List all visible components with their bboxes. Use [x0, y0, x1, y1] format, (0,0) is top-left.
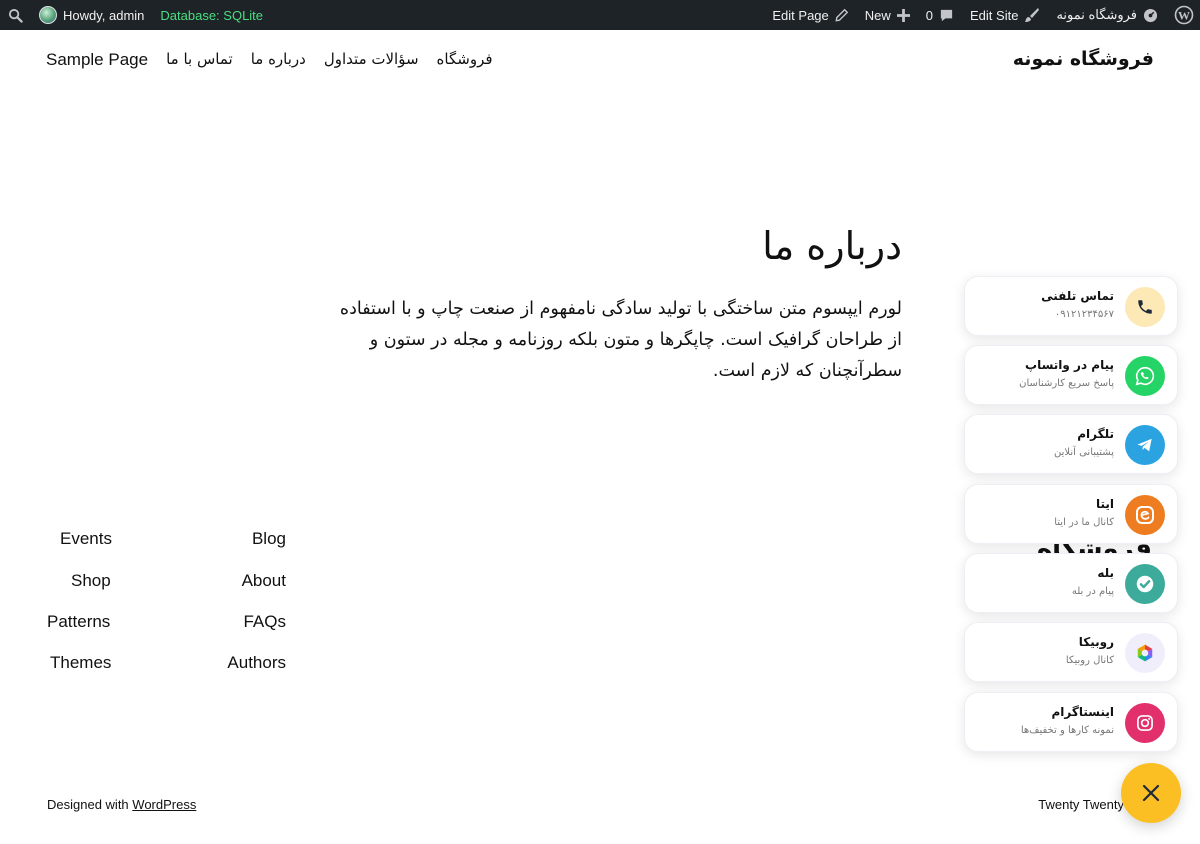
- rubika-card-title: روبیکا: [1078, 635, 1114, 649]
- admin-search-button[interactable]: [0, 0, 31, 30]
- nav-item-shop[interactable]: فروشگاه: [437, 50, 493, 70]
- edit-site-label: Edit Site: [970, 7, 1019, 23]
- dashboard-icon: [1143, 8, 1158, 22]
- database-label: Database: SQLite: [160, 7, 264, 23]
- instagram-card-title: اینستاگرام: [1051, 705, 1114, 719]
- footer-link-patterns[interactable]: Patterns: [47, 612, 110, 632]
- page-title: درباره ما: [762, 224, 902, 268]
- search-icon: [8, 8, 23, 23]
- close-icon: [1142, 784, 1160, 802]
- admin-bar: Howdy, admin Database: SQLite W فروشگاه …: [0, 0, 1200, 30]
- rubika-icon: [1125, 633, 1165, 673]
- avatar: [39, 6, 57, 24]
- admin-bar-left: Howdy, admin Database: SQLite: [0, 0, 271, 30]
- footer-link-themes[interactable]: Themes: [50, 653, 111, 673]
- theme-credit: Twenty Twenty: [1038, 797, 1124, 812]
- telegram-icon: [1125, 425, 1165, 465]
- edit-page-label: Edit Page: [772, 7, 829, 23]
- credit-prefix: Designed with: [47, 797, 133, 812]
- bale-icon: [1125, 564, 1165, 604]
- pencil-icon: [835, 8, 849, 22]
- eitaa-card-title: ایتا: [1095, 497, 1114, 511]
- wordpress-link[interactable]: WordPress: [132, 797, 196, 812]
- contact-telegram-card[interactable]: تلگرام پشتیبانی آنلاین: [964, 414, 1178, 474]
- page-body-text: لورم ایپسوم متن ساختگی با تولید سادگی نا…: [339, 299, 902, 381]
- footer-link-authors[interactable]: Authors: [227, 653, 286, 673]
- telegram-card-title: تلگرام: [1077, 427, 1114, 441]
- contact-whatsapp-card[interactable]: پیام در واتساپ پاسخ سریع کارشناسان: [964, 345, 1178, 405]
- instagram-card-subtitle: نمونه کارها و تخفیف‌ها: [1020, 725, 1114, 736]
- admin-account-menu[interactable]: Howdy, admin: [31, 0, 152, 30]
- instagram-icon: [1125, 703, 1165, 743]
- eitaa-icon: [1125, 495, 1165, 535]
- eitaa-card-subtitle: کانال ما در ایتا: [1054, 517, 1114, 528]
- edit-page-button[interactable]: Edit Page: [764, 0, 856, 30]
- site-title[interactable]: فروشگاه نمونه: [1013, 48, 1154, 70]
- brush-icon: [1025, 8, 1040, 22]
- phone-card-title: تماس تلفنی: [1041, 289, 1114, 303]
- contact-rubika-card[interactable]: روبیکا کانال روبیکا: [964, 622, 1178, 682]
- comments-count: 0: [925, 7, 934, 23]
- new-content-button[interactable]: New: [857, 0, 918, 30]
- nav-item-contact[interactable]: تماس با ما: [166, 50, 233, 70]
- footer-link-about[interactable]: About: [242, 571, 286, 591]
- svg-text:W: W: [1178, 9, 1190, 23]
- bale-card-title: بله: [1097, 566, 1114, 580]
- nav-item-about[interactable]: درباره ما: [251, 50, 306, 70]
- site-name-menu[interactable]: فروشگاه نمونه: [1048, 0, 1166, 30]
- contact-widget-toggle-button[interactable]: [1121, 763, 1181, 823]
- footer-link-shop[interactable]: Shop: [71, 571, 111, 591]
- primary-navigation: Sample Page تماس با ما درباره ما سؤالات …: [46, 50, 493, 70]
- howdy-label: Howdy, admin: [63, 7, 145, 23]
- footer-credit: Designed with WordPress: [47, 797, 196, 812]
- whatsapp-icon: [1125, 356, 1165, 396]
- telegram-card-subtitle: پشتیبانی آنلاین: [1053, 447, 1114, 458]
- database-indicator[interactable]: Database: SQLite: [152, 0, 271, 30]
- comments-button[interactable]: 0: [918, 0, 962, 30]
- footer-link-events[interactable]: Events: [60, 529, 112, 549]
- plus-icon: [896, 8, 910, 22]
- footer-link-blog[interactable]: Blog: [252, 529, 286, 549]
- nav-item-faq[interactable]: سؤالات متداول: [324, 50, 419, 70]
- site-name-label: فروشگاه نمونه: [1056, 7, 1137, 22]
- phone-icon: [1125, 287, 1165, 327]
- rubika-card-subtitle: کانال روبیکا: [1065, 655, 1114, 666]
- nav-item-sample-page[interactable]: Sample Page: [46, 50, 148, 70]
- comment-icon: [940, 9, 953, 21]
- edit-site-button[interactable]: Edit Site: [962, 0, 1048, 30]
- wordpress-logo-icon: W: [1174, 5, 1194, 25]
- contact-bale-card[interactable]: بله پیام در بله: [964, 553, 1178, 613]
- footer-link-faqs[interactable]: FAQs: [243, 612, 286, 632]
- bale-card-subtitle: پیام در بله: [1071, 586, 1114, 597]
- contact-eitaa-card[interactable]: ایتا کانال ما در ایتا: [964, 484, 1178, 544]
- contact-phone-card[interactable]: تماس تلفنی ۰۹۱۲۱۲۳۴۵۶۷: [964, 276, 1178, 336]
- whatsapp-card-title: پیام در واتساپ: [1025, 358, 1114, 372]
- new-label: New: [864, 7, 891, 23]
- phone-card-subtitle: ۰۹۱۲۱۲۳۴۵۶۷: [1054, 309, 1114, 320]
- admin-bar-right: W فروشگاه نمونه Edit Site 0 New Edit Pag…: [764, 0, 1200, 30]
- contact-instagram-card[interactable]: اینستاگرام نمونه کارها و تخفیف‌ها: [964, 692, 1178, 752]
- wp-logo-menu[interactable]: W: [1166, 0, 1200, 30]
- whatsapp-card-subtitle: پاسخ سریع کارشناسان: [1019, 378, 1114, 389]
